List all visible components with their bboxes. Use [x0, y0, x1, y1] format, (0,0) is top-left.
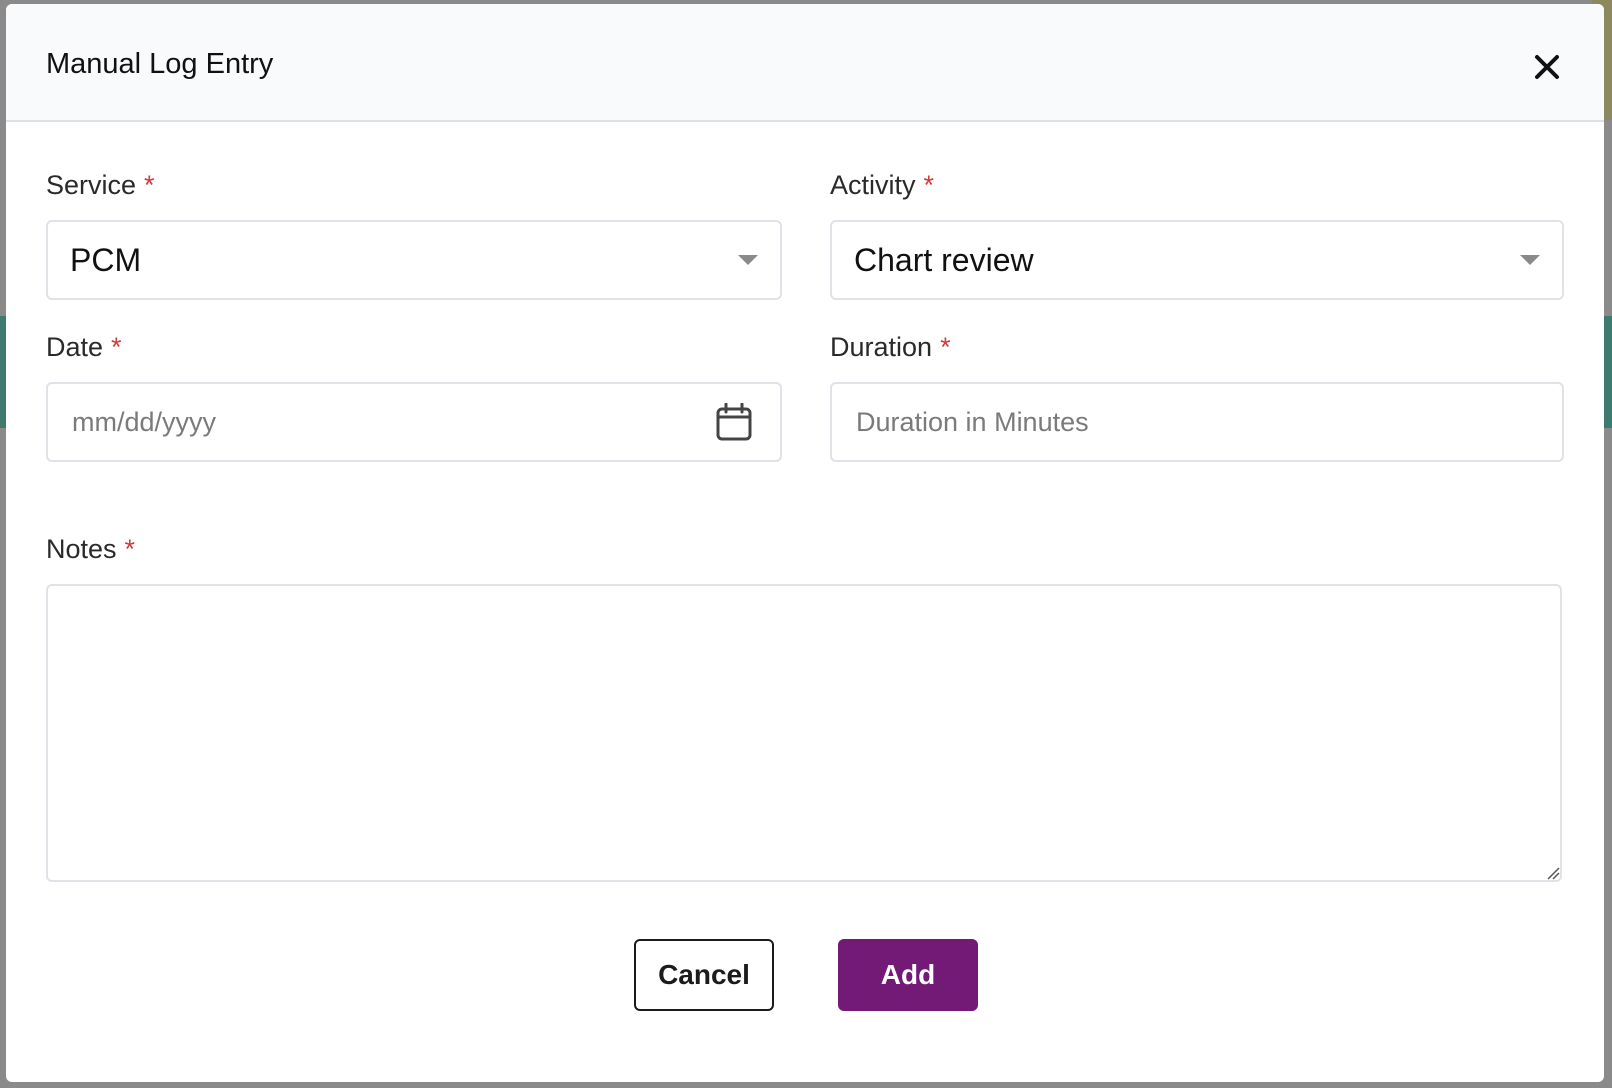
duration-input[interactable]: Duration in Minutes — [830, 382, 1564, 462]
duration-input-placeholder: Duration in Minutes — [856, 406, 1089, 437]
date-input[interactable]: mm/dd/yyyy — [46, 382, 782, 462]
service-label-text: Service — [46, 170, 137, 200]
dialog-header: Manual Log Entry — [6, 4, 1604, 122]
activity-select[interactable]: Chart review — [830, 220, 1564, 300]
cancel-button[interactable]: Cancel — [634, 939, 774, 1011]
chevron-down-icon — [1520, 255, 1540, 265]
dialog-title: Manual Log Entry — [46, 48, 274, 80]
required-marker: * — [940, 332, 951, 362]
resize-handle-icon[interactable] — [1546, 866, 1560, 880]
service-label: Service * — [46, 170, 155, 201]
service-select[interactable]: PCM — [46, 220, 782, 300]
required-marker: * — [124, 534, 136, 564]
duration-label-text: Duration — [830, 332, 933, 362]
calendar-icon[interactable] — [716, 403, 752, 441]
required-marker: * — [111, 332, 122, 362]
duration-label: Duration * — [830, 332, 951, 363]
date-label: Date * — [46, 332, 122, 363]
notes-label: Notes * — [46, 534, 135, 565]
close-icon — [1535, 55, 1559, 79]
activity-label-text: Activity — [830, 170, 916, 200]
chevron-down-icon — [738, 255, 758, 265]
activity-label: Activity * — [830, 170, 934, 201]
required-marker: * — [144, 170, 155, 200]
date-input-placeholder: mm/dd/yyyy — [72, 406, 217, 437]
add-button[interactable]: Add — [838, 939, 978, 1011]
activity-select-value: Chart review — [854, 241, 1034, 278]
notes-textarea[interactable] — [46, 584, 1562, 882]
required-marker: * — [923, 170, 935, 200]
close-button[interactable] — [1528, 48, 1566, 86]
date-label-text: Date — [46, 332, 104, 362]
notes-label-text: Notes — [46, 534, 117, 564]
manual-log-entry-dialog: Manual Log Entry Service * PCM Activity * … — [6, 4, 1604, 1082]
service-select-value: PCM — [70, 241, 142, 278]
